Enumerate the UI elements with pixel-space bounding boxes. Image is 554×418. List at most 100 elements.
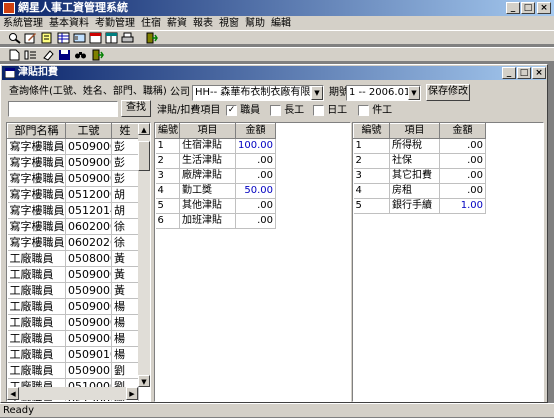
menu-salary[interactable]: 薪資 [164,17,190,31]
menu-window[interactable]: 視窗 [216,17,242,31]
deduction-grid[interactable]: 編號 項目 金額 1 所得稅 .00 2 社保 .00 3 其它扣費 .00 4 房租 .00 5 銀行手… [352,122,544,402]
allowance-row[interactable]: 1 住宿津貼 100.00 [155,138,276,154]
employee-row[interactable]: 工廠職員0509000楊 [7,330,139,347]
employee-no-cell[interactable]: 0509000 [65,154,112,171]
allowance-row[interactable]: 2 生活津貼 .00 [155,153,276,169]
category-longterm[interactable]: 長工 [270,104,304,118]
deduction-amount-cell[interactable]: .00 [439,183,486,199]
employee-row[interactable]: 寫字樓職員0509000彭 [7,170,139,187]
scroll-thumb[interactable] [138,141,150,171]
employee-row[interactable]: 寫字樓職員050900O彭 [7,138,139,155]
allowance-row[interactable]: 5 其他津貼 .00 [155,198,276,214]
category-daily[interactable]: 日工 [313,104,347,118]
allowance-row[interactable]: 4 勤工獎 50.00 [155,183,276,199]
employee-department-cell[interactable]: 工廠職員 [7,298,66,315]
employee-department-cell[interactable]: 工廠職員 [7,282,66,299]
deduction-row[interactable]: 5 銀行手續 1.00 [353,198,486,214]
employee-department-cell[interactable]: 工廠職員 [7,362,66,379]
employee-row[interactable]: 工廠職員0509001劉 [7,362,139,379]
scroll-down-icon[interactable]: ▼ [138,375,150,387]
employee-no-cell[interactable]: 0509003 [65,282,112,299]
employee-department-cell[interactable]: 寫字樓職員 [7,154,66,171]
eraser-icon[interactable] [42,49,55,61]
employee-department-cell[interactable]: 工廠職員 [7,330,66,347]
deduction-amount-cell[interactable]: .00 [439,153,486,169]
employee-name-cell[interactable]: 黃 [111,266,139,283]
query-input[interactable] [8,101,118,117]
employee-row[interactable]: 工廠職員0508000黃 [7,250,139,267]
employee-name-cell[interactable]: 黃 [111,250,139,267]
category-piece[interactable]: 件工 [358,104,392,118]
column-header-name[interactable]: 姓 [111,123,139,139]
deduction-amount-cell[interactable]: .00 [439,138,486,154]
column-header-emp-no[interactable]: 工號 [65,123,112,139]
column-header-department[interactable]: 部門名稱 [7,123,66,139]
exit-icon[interactable] [91,49,104,61]
employee-no-cell[interactable]: 0602000 [65,218,112,235]
employee-no-cell[interactable]: 0509000 [65,298,112,315]
menu-basic-data[interactable]: 基本資料 [46,17,92,31]
scroll-right-icon[interactable]: ▶ [126,387,138,400]
allowance-amount-cell[interactable]: 100.00 [235,138,276,154]
scroll-up-icon[interactable]: ▲ [138,123,150,135]
category-staff[interactable]: ✓ 職員 [226,104,260,118]
employee-name-cell[interactable]: 楊 [111,314,139,331]
search-button[interactable]: 查找 [121,100,151,117]
save-changes-button[interactable]: 保存修改 [426,84,470,101]
save-icon[interactable] [58,49,71,61]
allowance-amount-cell[interactable]: .00 [235,213,276,229]
employee-row[interactable]: 寫字樓職員0509000彭 [7,154,139,171]
deduction-row[interactable]: 4 房租 .00 [353,183,486,199]
employee-name-cell[interactable]: 劉 [111,362,139,379]
grid-icon[interactable] [57,32,70,44]
new-icon[interactable] [8,49,21,61]
menu-attendance[interactable]: 考勤管理 [92,17,138,31]
deduction-amount-cell[interactable]: 1.00 [439,198,486,214]
employee-no-cell[interactable]: 0509000 [65,170,112,187]
employee-no-cell[interactable]: 0509000 [65,266,112,283]
allowance-amount-cell[interactable]: .00 [235,198,276,214]
employee-no-cell[interactable]: 0509000 [65,314,112,331]
employee-department-cell[interactable]: 工廠職員 [7,314,66,331]
company-select[interactable]: HH-- 森華布衣制衣廠有限公司 [192,85,324,101]
edit-icon[interactable] [24,32,37,44]
deduction-row[interactable]: 3 其它扣費 .00 [353,168,486,184]
allowance-amount-cell[interactable]: .00 [235,153,276,169]
employee-department-cell[interactable]: 寫字樓職員 [7,186,66,203]
employee-no-cell[interactable]: 0509001 [65,362,112,379]
employee-no-cell[interactable]: 0509000 [65,330,112,347]
employee-department-cell[interactable]: 寫字樓職員 [7,170,66,187]
print-icon[interactable] [121,32,134,44]
checkbox-piece[interactable] [358,104,369,116]
find-icon[interactable] [74,49,87,61]
employee-row[interactable]: 工廠職員0509010楊 [7,346,139,363]
employee-name-cell[interactable]: 彭 [111,154,139,171]
employee-no-cell[interactable]: 0509010 [65,346,112,363]
checkbox-longterm[interactable] [270,104,281,116]
menu-reports[interactable]: 報表 [190,17,216,31]
menu-lodging[interactable]: 住宿 [138,17,164,31]
child-minimize-icon[interactable]: _ [502,67,516,79]
allowance-amount-cell[interactable]: 50.00 [235,183,276,199]
employee-department-cell[interactable]: 寫字樓職員 [7,218,66,235]
employee-name-cell[interactable]: 胡 [111,186,139,203]
deduction-row[interactable]: 2 社保 .00 [353,153,486,169]
employee-name-cell[interactable]: 胡 [111,202,139,219]
employee-grid[interactable]: 部門名稱 工號 姓 寫字樓職員050900O彭寫字樓職員0509000彭寫字樓職… [6,122,151,402]
calendar-icon[interactable] [89,32,102,44]
employee-row[interactable]: 工廠職員0509003黃 [7,282,139,299]
child-maximize-icon[interactable]: □ [517,67,531,79]
minimize-icon[interactable]: _ [506,2,520,14]
menu-system[interactable]: 系統管理 [0,17,46,31]
employee-row[interactable]: 寫字樓職員0512000胡 [7,186,139,203]
employee-hscrollbar[interactable]: ◀ ▶ [7,387,138,400]
employee-department-cell[interactable]: 寫字樓職員 [7,234,66,251]
maximize-icon[interactable]: □ [521,2,535,14]
employee-row[interactable]: 寫字樓職員0512014胡 [7,202,139,219]
employee-name-cell[interactable]: 彭 [111,170,139,187]
employee-department-cell[interactable]: 工廠職員 [7,266,66,283]
allowance-grid[interactable]: 編號 項目 金額 1 住宿津貼 100.00 2 生活津貼 .00 3 廠牌津貼 .00 4 勤工獎… [154,122,351,402]
query-icon[interactable] [8,32,21,44]
menu-help[interactable]: 幫助 [242,17,268,31]
list-icon[interactable] [24,49,37,61]
